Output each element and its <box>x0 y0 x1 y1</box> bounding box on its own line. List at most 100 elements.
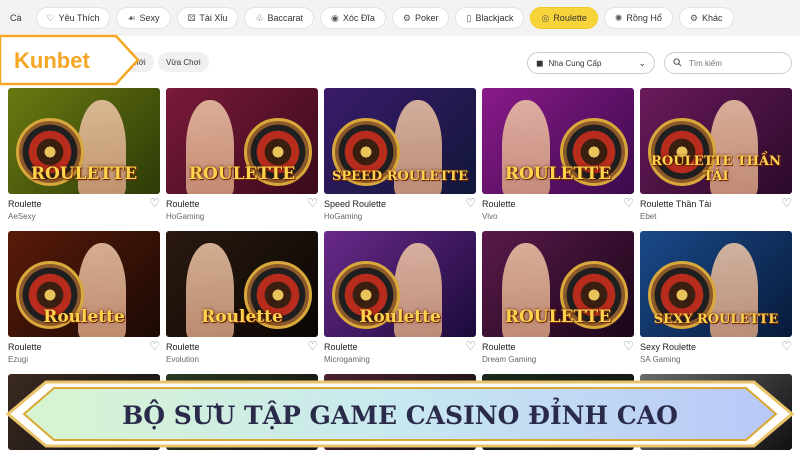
favorite-heart-icon[interactable]: ♡ <box>623 340 634 352</box>
category-label: Blackjack <box>475 13 514 23</box>
tiger-icon: ✺ <box>614 12 623 23</box>
game-card[interactable]: Roulette Roulette Ezugi ♡ <box>8 231 160 365</box>
game-title: Roulette <box>8 199 42 209</box>
favorite-heart-icon[interactable]: ♡ <box>781 340 792 352</box>
game-thumbnail[interactable]: ROULETTE <box>482 88 634 194</box>
game-provider: Dream Gaming <box>482 355 537 364</box>
game-thumbnail[interactable]: ROULETTE <box>8 88 160 194</box>
gear-icon: ⚙ <box>689 12 698 23</box>
thumbnail-label: SPEED ROULETTE <box>331 169 469 184</box>
category-chip-3[interactable]: ⚄ Tài Xỉu <box>176 7 239 29</box>
thumbnail-label: Roulette <box>43 307 125 327</box>
dish-icon: ◉ <box>331 12 339 23</box>
favorite-heart-icon[interactable]: ♡ <box>465 340 476 352</box>
category-chip-8[interactable]: ◎ Roulette <box>530 7 598 29</box>
game-thumbnail[interactable]: Roulette <box>166 231 318 337</box>
game-meta: Speed Roulette HoGaming ♡ <box>324 197 476 222</box>
game-provider: Evolution <box>166 355 199 364</box>
chevron-down-icon: ⌄ <box>638 57 646 68</box>
favorite-heart-icon[interactable]: ♡ <box>149 340 160 352</box>
box-icon: ◼ <box>536 57 544 68</box>
game-card[interactable]: ROULETTE Roulette Vivo ♡ <box>482 88 634 222</box>
category-chip-5[interactable]: ◉ Xóc Đĩa <box>320 7 386 29</box>
game-provider: HoGaming <box>166 212 205 221</box>
category-label: Roulette <box>553 13 587 23</box>
category-chip-6[interactable]: ⚙ Poker <box>391 7 450 29</box>
search-icon <box>673 57 682 69</box>
game-provider: Vivo <box>482 212 498 221</box>
favorite-heart-icon[interactable]: ♡ <box>623 197 634 209</box>
favorite-heart-icon[interactable]: ♡ <box>307 340 318 352</box>
thumbnail-label: SEXY ROULETTE <box>653 312 779 327</box>
banner-title: BỘ SƯU TẬP GAME CASINO ĐỈNH CAO <box>122 398 678 430</box>
category-chip-1[interactable]: ♡ Yêu Thích <box>35 7 111 29</box>
category-label: Cà <box>10 13 22 23</box>
category-label: Rồng Hổ <box>626 13 662 23</box>
game-provider: Microgaming <box>324 355 370 364</box>
game-meta: Roulette Thần Tài Ebet ♡ <box>640 197 792 222</box>
favorite-heart-icon[interactable]: ♡ <box>307 197 318 209</box>
game-card[interactable]: ROULETTE Roulette HoGaming ♡ <box>166 88 318 222</box>
game-title: Speed Roulette <box>324 199 387 209</box>
game-meta: Roulette Vivo ♡ <box>482 197 634 222</box>
search-input[interactable] <box>687 57 781 69</box>
category-label: Baccarat <box>267 13 304 23</box>
game-card[interactable]: ROULETTE Roulette Dream Gaming ♡ <box>482 231 634 365</box>
game-thumbnail[interactable]: SPEED ROULETTE <box>324 88 476 194</box>
game-title: Roulette <box>8 342 42 352</box>
category-label: Sexy <box>139 13 160 23</box>
game-meta: Sexy Roulette SA Gaming ♡ <box>640 340 792 365</box>
car-icon: ☙ <box>127 12 136 23</box>
favorite-heart-icon[interactable]: ♡ <box>465 197 476 209</box>
kunbet-logo: Kunbet <box>0 34 140 86</box>
game-meta: Roulette Evolution ♡ <box>166 340 318 365</box>
cards-icon: ♧ <box>255 12 264 23</box>
game-card[interactable]: Roulette Roulette Microgaming ♡ <box>324 231 476 365</box>
game-thumbnail[interactable]: ROULETTE THẦN TÀI <box>640 88 792 194</box>
game-meta: Roulette HoGaming ♡ <box>166 197 318 222</box>
game-provider: HoGaming <box>324 212 363 221</box>
category-chip-10[interactable]: ⚙ Khác <box>678 7 734 29</box>
filter-recently-played[interactable]: Vừa Chơi <box>158 52 209 72</box>
thumbnail-label: Roulette <box>201 307 283 327</box>
game-thumbnail[interactable]: Roulette <box>324 231 476 337</box>
promo-banner: BỘ SƯU TẬP GAME CASINO ĐỈNH CAO <box>5 380 795 448</box>
game-thumbnail[interactable]: Roulette <box>8 231 160 337</box>
game-title: Roulette <box>482 342 516 352</box>
game-title: Sexy Roulette <box>640 342 697 352</box>
logo-text: Kunbet <box>14 48 90 73</box>
thumbnail-label: ROULETTE THẦN TÀI <box>651 154 781 184</box>
game-card[interactable]: SPEED ROULETTE Speed Roulette HoGaming ♡ <box>324 88 476 222</box>
game-title: Roulette <box>166 342 200 352</box>
game-meta: Roulette Ezugi ♡ <box>8 340 160 365</box>
game-card[interactable]: Roulette Roulette Evolution ♡ <box>166 231 318 365</box>
favorite-heart-icon[interactable]: ♡ <box>149 197 160 209</box>
category-chip-7[interactable]: ▯ Blackjack <box>455 7 525 29</box>
game-thumbnail[interactable]: ROULETTE <box>166 88 318 194</box>
game-provider: SA Gaming <box>640 355 681 364</box>
game-card[interactable]: ROULETTE Roulette AeSexy ♡ <box>8 88 160 222</box>
category-chip-2[interactable]: ☙ Sexy <box>116 7 171 29</box>
game-card[interactable]: ROULETTE THẦN TÀI Roulette Thần Tài Ebet ♡ <box>640 88 792 222</box>
favorite-heart-icon[interactable]: ♡ <box>781 197 792 209</box>
thumbnail-label: ROULETTE <box>188 164 296 184</box>
category-label: Yêu Thích <box>58 13 100 23</box>
game-thumbnail[interactable]: ROULETTE <box>482 231 634 337</box>
category-label: Poker <box>414 13 439 23</box>
category-label: Khác <box>702 13 723 23</box>
search-box[interactable] <box>664 52 792 74</box>
category-chip-9[interactable]: ✺ Rồng Hổ <box>603 7 673 29</box>
category-chip-0[interactable]: Cà <box>2 7 30 29</box>
category-chip-4[interactable]: ♧ Baccarat <box>244 7 315 29</box>
thumbnail-label: Roulette <box>359 307 441 327</box>
game-title: Roulette <box>324 342 358 352</box>
game-card[interactable]: SEXY ROULETTE Sexy Roulette SA Gaming ♡ <box>640 231 792 365</box>
game-title: Roulette <box>166 199 200 209</box>
game-meta: Roulette Microgaming ♡ <box>324 340 476 365</box>
game-title: Roulette <box>482 199 516 209</box>
category-label: Xóc Đĩa <box>342 13 375 23</box>
provider-select[interactable]: ◼ Nha Cung Cấp ⌄ <box>527 52 655 74</box>
game-provider: Ebet <box>640 212 657 221</box>
game-thumbnail[interactable]: SEXY ROULETTE <box>640 231 792 337</box>
card-icon: ▯ <box>466 12 472 23</box>
